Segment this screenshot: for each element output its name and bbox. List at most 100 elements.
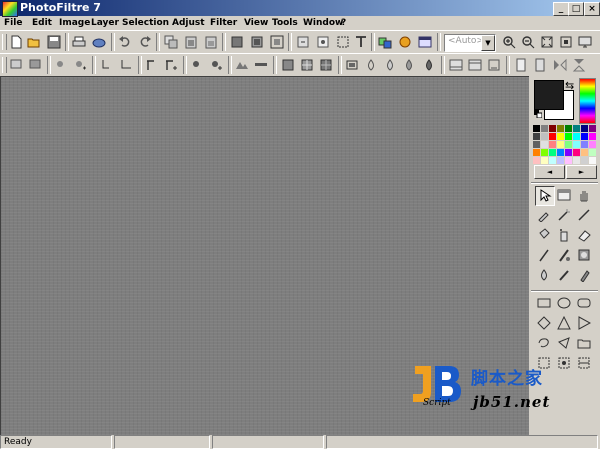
color-spectrum[interactable] [579,78,596,124]
emboss-button[interactable] [279,56,297,74]
palette-swatch[interactable] [541,157,548,164]
stamp-tool[interactable] [575,246,593,264]
palette-swatch[interactable] [573,149,580,156]
rectangle-tool[interactable] [535,294,553,312]
fullscreen-button[interactable] [576,33,594,51]
mirror-h-button[interactable] [551,56,569,74]
auto-levels-button[interactable] [7,56,25,74]
palette-swatch[interactable] [533,149,540,156]
undo-button[interactable] [116,33,134,51]
diamond-tool[interactable] [535,314,553,332]
mask-button[interactable] [228,33,246,51]
selection-button[interactable] [334,33,352,51]
palette-swatch[interactable] [581,133,588,140]
spray-tool[interactable] [555,226,573,244]
palette-swatch[interactable] [581,125,588,132]
bucket-tool[interactable] [535,226,553,244]
palette-swatch[interactable] [573,141,580,148]
reset-colors-icon[interactable] [534,110,542,118]
saturation-down-button[interactable] [188,56,206,74]
palette-swatch[interactable] [581,141,588,148]
grid3-tool[interactable] [575,354,593,372]
menu-selection[interactable]: Selection [122,17,169,29]
contrast-up-button[interactable] [116,56,134,74]
palette-swatch[interactable] [541,133,548,140]
cloud-button[interactable] [362,56,380,74]
copy-button[interactable] [162,33,180,51]
palette-swatch[interactable] [557,149,564,156]
advanced-brush-tool[interactable] [555,246,573,264]
mirror-v-button[interactable] [570,56,588,74]
rotate-90-button[interactable] [512,56,530,74]
menu-image[interactable]: Image [59,17,90,29]
color-palette[interactable] [533,125,596,164]
palette-swatch[interactable] [573,125,580,132]
soften-button[interactable] [381,56,399,74]
palette-swatch[interactable] [549,149,556,156]
palette-swatch[interactable] [589,141,596,148]
new-button[interactable] [7,33,25,51]
palette-swatch[interactable] [533,157,540,164]
canvas-size-button[interactable] [268,33,286,51]
menu-adjust[interactable]: Adjust [172,17,205,29]
blur-tool[interactable] [535,266,553,284]
fit-button[interactable] [538,33,556,51]
gamma-down-button[interactable] [143,56,161,74]
palette-swatch[interactable] [581,157,588,164]
palette-swatch[interactable] [549,125,556,132]
chevron-down-icon[interactable]: ▼ [481,35,495,51]
rounded-rect-tool[interactable] [575,294,593,312]
finger-tool[interactable] [555,266,573,284]
eyedropper-tool[interactable] [535,206,553,224]
text-button[interactable] [352,33,370,51]
palette-swatch[interactable] [565,125,572,132]
image-size-button[interactable] [248,33,266,51]
palette-swatch[interactable] [557,157,564,164]
palette-swatch[interactable] [557,141,564,148]
wand-tool[interactable] [555,206,573,224]
palette-swatch[interactable] [533,133,540,140]
palette-swatch[interactable] [541,141,548,148]
automation-button[interactable] [396,33,414,51]
palette-swatch[interactable] [565,141,572,148]
palette-swatch[interactable] [549,157,556,164]
zoom-combo[interactable]: <Auto> ▼ [444,34,496,52]
redo-button[interactable] [136,33,154,51]
palette-swatch[interactable] [573,133,580,140]
slideshow-button[interactable] [416,33,434,51]
sharpen-button[interactable] [317,56,335,74]
menu-edit[interactable]: Edit [32,17,52,29]
maximize-button[interactable]: □ [568,2,584,16]
rotate-270-button[interactable] [531,56,549,74]
effect-button[interactable] [485,56,503,74]
palette-swatch[interactable] [557,125,564,132]
menu-layer[interactable]: Layer [91,17,119,29]
minimize-button[interactable]: _ [553,2,569,16]
palette-swatch[interactable] [573,157,580,164]
palette-swatch[interactable] [589,157,596,164]
palette-swatch[interactable] [565,149,572,156]
play-triangle-tool[interactable] [575,314,593,332]
polygon-tool[interactable] [555,334,573,352]
palette-swatch[interactable] [589,149,596,156]
brightness-up-button[interactable] [71,56,89,74]
lasso-tool[interactable] [535,334,553,352]
menu-help[interactable]: ? [341,17,346,29]
blur-button[interactable] [298,56,316,74]
folder-tool[interactable] [575,334,593,352]
close-button[interactable]: × [584,2,600,16]
palette-swatch[interactable] [589,125,596,132]
triangle-tool[interactable] [555,314,573,332]
rotate-button[interactable] [294,33,312,51]
zoom-in-button[interactable] [500,33,518,51]
brightness-down-button[interactable] [52,56,70,74]
foreground-color-swatch[interactable] [534,80,564,110]
actual-size-button[interactable] [557,33,575,51]
paste-button[interactable] [182,33,200,51]
open-button[interactable] [25,33,43,51]
swap-colors-icon[interactable]: ⇆ [565,79,574,92]
zoom-out-button[interactable] [519,33,537,51]
menu-filter[interactable]: Filter [210,17,237,29]
palette-swatch[interactable] [533,141,540,148]
layer-button[interactable] [314,33,332,51]
